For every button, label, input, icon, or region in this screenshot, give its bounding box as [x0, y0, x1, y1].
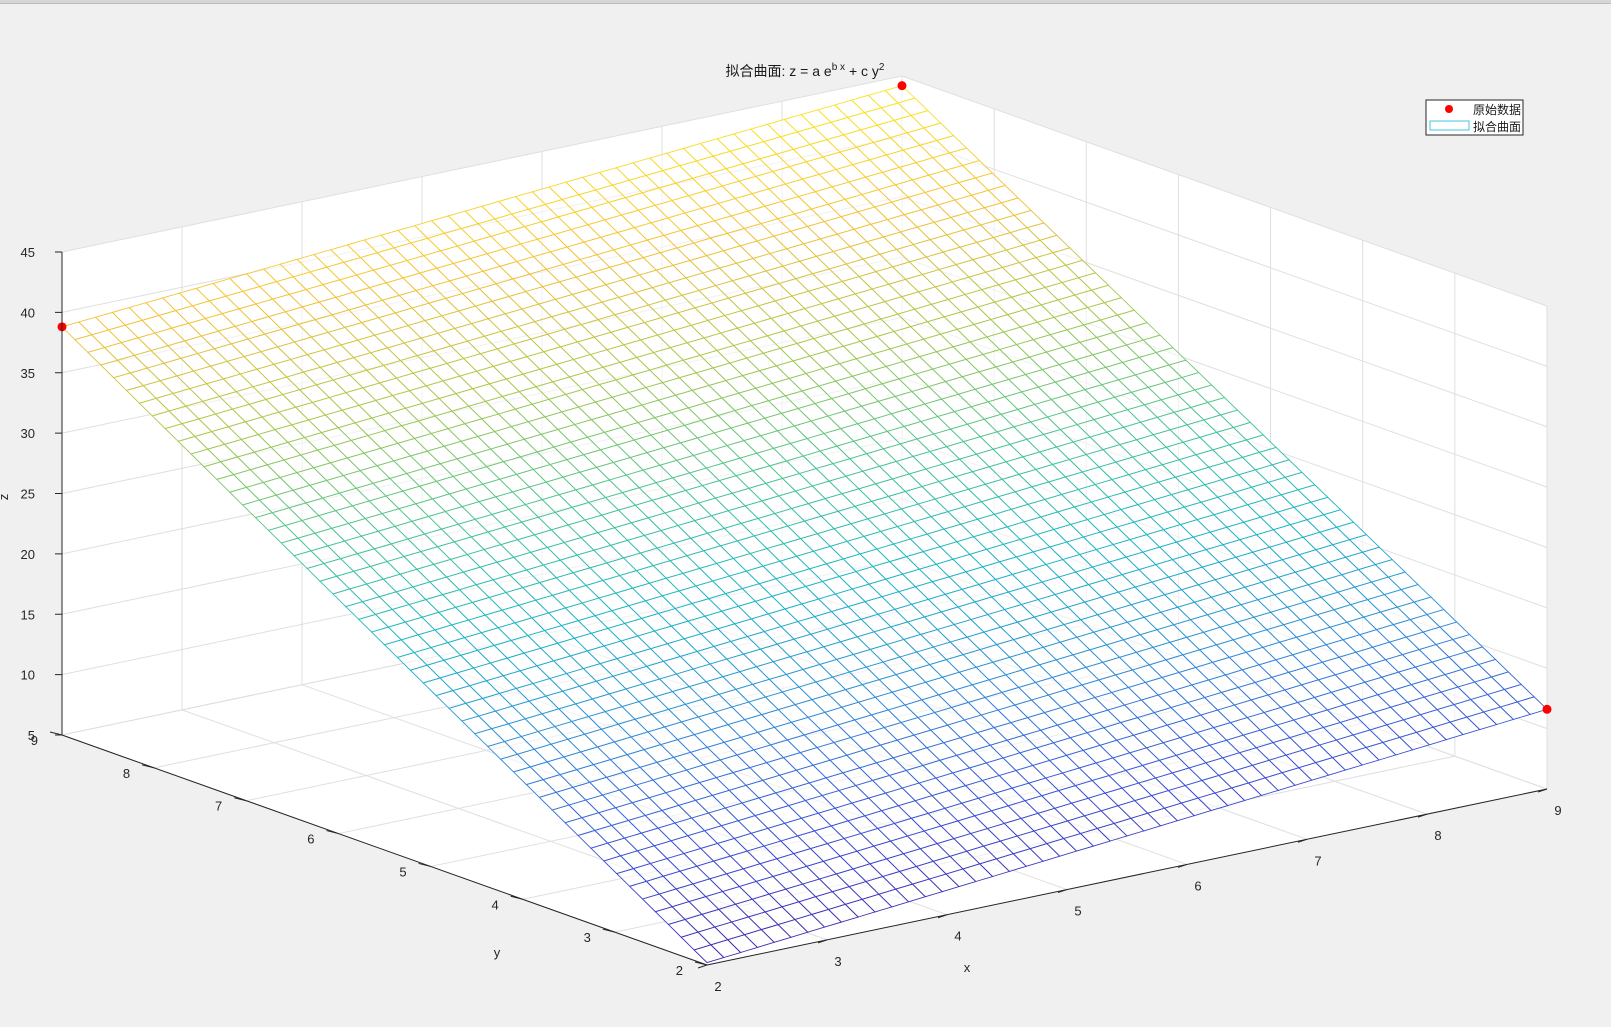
z-tick-label: 20: [21, 547, 35, 562]
y-tick-label: 5: [399, 864, 406, 879]
y-tick-label: 3: [584, 930, 591, 945]
x-tick-label: 2: [714, 979, 721, 994]
chart-title-tail: + c y: [845, 63, 879, 79]
legend-marker-original-data: [1445, 105, 1453, 113]
x-tick-label: 4: [954, 929, 961, 944]
z-tick-label: 5: [28, 728, 35, 743]
legend-label-original-data: 原始数据: [1473, 102, 1521, 117]
legend: 原始数据 拟合曲面: [1425, 99, 1524, 136]
z-tick-label: 25: [21, 487, 35, 502]
chart-title-exponent-1: b x: [832, 62, 845, 73]
y-axis-label: y: [494, 945, 501, 960]
z-tick-label: 10: [21, 668, 35, 683]
z-axis-label: z: [0, 494, 11, 501]
chart-title: 拟合曲面: z = a eb x + c y2: [726, 62, 885, 79]
chart-title-exponent-2: 2: [879, 62, 885, 73]
x-tick-label: 8: [1434, 828, 1441, 843]
legend-label-fitted-surface: 拟合曲面: [1473, 119, 1521, 134]
legend-swatch-fitted-surface: [1429, 120, 1470, 131]
chart-title-main: 拟合曲面: z = a e: [726, 63, 832, 79]
y-tick-label: 8: [123, 766, 130, 781]
z-tick-label: 30: [21, 426, 35, 441]
x-tick-label: 3: [834, 954, 841, 969]
x-tick-label: 5: [1074, 904, 1081, 919]
y-tick-label: 7: [215, 799, 222, 814]
x-axis-label: x: [964, 960, 971, 975]
y-tick-label: 4: [491, 897, 498, 912]
z-tick-label: 35: [21, 366, 35, 381]
z-tick-label: 45: [21, 245, 35, 260]
y-tick-label: 6: [307, 832, 314, 847]
z-tick-label: 40: [21, 305, 35, 320]
z-tick-label: 15: [21, 607, 35, 622]
data-point: [1542, 704, 1552, 714]
y-tick-label: 2: [676, 963, 683, 978]
surface-chart: 234567892345678951015202530354045 x y z …: [0, 4, 1611, 1027]
data-point: [897, 81, 907, 91]
x-tick-label: 9: [1554, 803, 1561, 818]
x-tick-label: 7: [1314, 853, 1321, 868]
x-tick-label: 6: [1194, 878, 1201, 893]
